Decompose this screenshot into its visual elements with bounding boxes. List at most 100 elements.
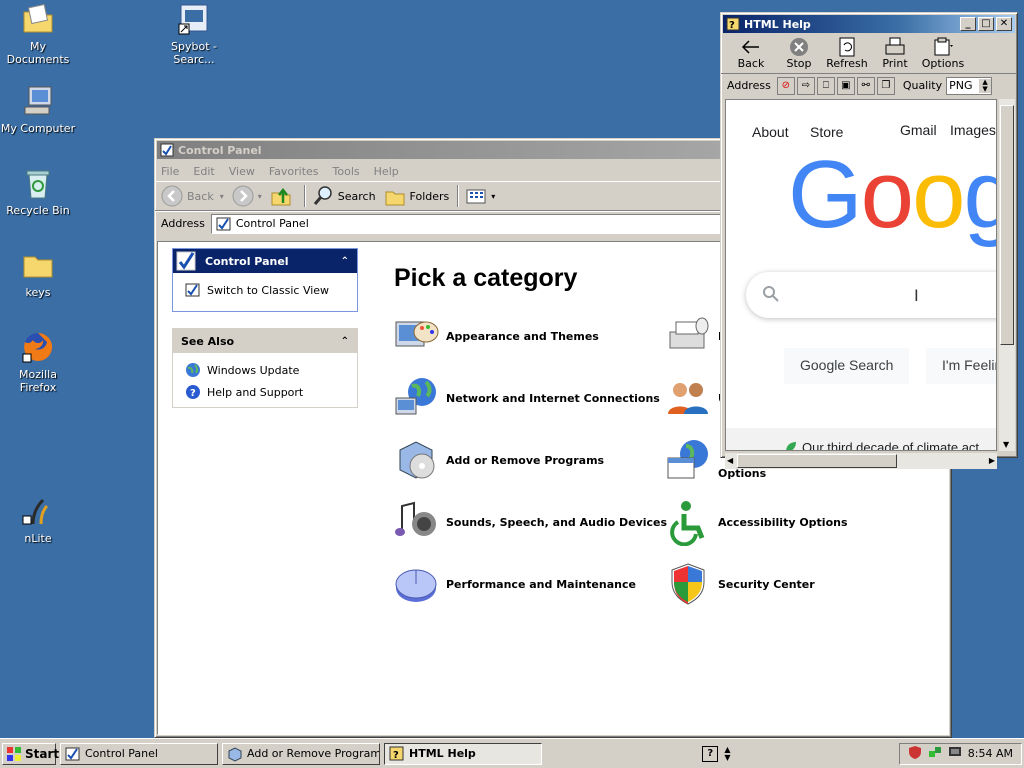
menu-file[interactable]: File xyxy=(161,165,179,178)
google-gmail-link[interactable]: Gmail xyxy=(900,122,937,138)
no-pencil-icon[interactable]: ⊘ xyxy=(776,76,795,95)
google-doodle-text[interactable]: Our third decade of climate act xyxy=(802,440,979,450)
category-performance-and-maintenance[interactable]: Performance and Maintenance xyxy=(392,560,636,608)
programs-box-icon xyxy=(227,746,243,762)
control-panel-small-icon xyxy=(65,746,81,762)
category-network-and-internet[interactable]: Network and Internet Connections xyxy=(392,374,660,422)
collapse-chevron-icon[interactable]: ⌃ xyxy=(341,256,349,267)
shield-icon[interactable] xyxy=(908,745,922,762)
html-help-titlebar[interactable]: ? HTML Help _ □ ✕ xyxy=(723,15,1015,33)
menu-view[interactable]: View xyxy=(229,165,255,178)
monitor-icon[interactable] xyxy=(948,745,962,762)
window-title: HTML Help xyxy=(744,17,811,31)
google-store-link[interactable]: Store xyxy=(810,124,843,140)
find-binoculars-icon[interactable]: ⚯ xyxy=(856,76,875,95)
pane-header[interactable]: Control Panel ⌃ xyxy=(173,249,357,273)
desktop-icon-label: My Computer xyxy=(0,122,76,135)
go-arrow-icon[interactable]: ⇨ xyxy=(796,76,815,95)
category-printers-and-hardware[interactable]: P xyxy=(664,312,726,360)
save-icon[interactable]: ▣ xyxy=(836,76,855,95)
options-icon xyxy=(932,37,954,57)
menu-tools[interactable]: Tools xyxy=(333,165,360,178)
category-accessibility-options[interactable]: Accessibility Options xyxy=(664,498,848,547)
back-button[interactable]: Back ▾ xyxy=(161,185,224,207)
scroll-right-arrow-icon[interactable]: ▶ xyxy=(989,456,995,465)
help-tray-icon[interactable]: ? xyxy=(702,745,719,762)
pane-title: See Also xyxy=(181,334,235,348)
google-about-link[interactable]: About xyxy=(752,124,789,140)
taskbar-control-panel[interactable]: Control Panel xyxy=(60,742,218,765)
globe-icon xyxy=(185,362,201,378)
taskbar: Start Control Panel Add or Remove Progra… xyxy=(0,738,1024,768)
scroll-thumb[interactable] xyxy=(737,454,897,468)
desktop-icon-nlite[interactable]: nLite xyxy=(0,494,76,545)
category-appearance-and-themes[interactable]: Appearance and Themes xyxy=(392,312,599,360)
menu-edit[interactable]: Edit xyxy=(193,165,214,178)
google-search-input[interactable]: I xyxy=(746,272,996,318)
up-folder-button[interactable] xyxy=(270,185,296,207)
stop-icon xyxy=(788,37,810,57)
help-back-button[interactable]: Back xyxy=(727,37,775,70)
collapse-chevron-icon[interactable]: ⌃ xyxy=(341,336,349,347)
desktop-icon-my-computer[interactable]: My Computer xyxy=(0,84,76,135)
svg-text:?: ? xyxy=(393,750,399,761)
spinner-arrows-icon: ▲ ▼ xyxy=(979,78,992,93)
desktop-icon-label: My Documents xyxy=(6,40,70,66)
start-button[interactable]: Start xyxy=(2,742,59,765)
views-button[interactable]: ▾ xyxy=(465,185,495,207)
address-value: Control Panel xyxy=(235,217,309,230)
desktop-icon-spybot[interactable]: Spybot - Searc... xyxy=(156,2,232,66)
close-button[interactable]: ✕ xyxy=(996,17,1012,31)
desktop-icon-my-documents[interactable]: My Documents xyxy=(0,2,76,66)
leaf-icon xyxy=(784,440,798,450)
feeling-lucky-button[interactable]: I'm Feelin xyxy=(926,348,996,384)
forward-button[interactable]: ▾ xyxy=(232,185,262,207)
help-options-button[interactable]: Options xyxy=(919,37,967,70)
search-icon xyxy=(312,185,334,207)
html-help-window[interactable]: ? HTML Help _ □ ✕ Back Stop Refresh Prin… xyxy=(720,12,1018,469)
network-icon[interactable] xyxy=(928,745,942,762)
network-globe-icon xyxy=(392,374,440,422)
menu-favorites[interactable]: Favorites xyxy=(269,165,319,178)
menu-help[interactable]: Help xyxy=(374,165,399,178)
window-title: Control Panel xyxy=(178,143,262,157)
category-sounds-speech-audio[interactable]: Sounds, Speech, and Audio Devices xyxy=(392,498,667,546)
security-shield-icon xyxy=(664,560,712,608)
copy-icon[interactable]: ❐ xyxy=(876,76,895,95)
taskbar-html-help[interactable]: ? HTML Help xyxy=(384,742,542,765)
pane-header[interactable]: See Also ⌃ xyxy=(173,329,357,353)
scroll-left-arrow-icon[interactable]: ◀ xyxy=(727,456,733,465)
help-refresh-button[interactable]: Refresh xyxy=(823,37,871,70)
help-print-button[interactable]: Print xyxy=(871,37,919,70)
folders-button[interactable]: Folders xyxy=(384,185,449,207)
quality-select[interactable]: PNG ▲ ▼ xyxy=(946,76,993,95)
desktop-icon-keys[interactable]: keys xyxy=(0,248,76,299)
google-search-button[interactable]: Google Search xyxy=(784,348,910,384)
maximize-button[interactable]: □ xyxy=(978,17,994,31)
scroll-thumb[interactable] xyxy=(1000,105,1014,345)
google-images-link[interactable]: Images xyxy=(950,122,996,138)
up-folder-icon xyxy=(270,185,292,207)
see-also-pane: See Also ⌃ Windows Update ? Help and Sup… xyxy=(172,328,358,408)
scroll-down-arrow-icon[interactable]: ▼ xyxy=(1003,440,1009,449)
category-security-center[interactable]: Security Center xyxy=(664,560,815,608)
switch-to-classic-view-link[interactable]: Switch to Classic View xyxy=(173,279,357,301)
scroll-arrows-icon[interactable]: ▲ ▼ xyxy=(724,745,730,762)
desktop-icon-recycle-bin[interactable]: Recycle Bin xyxy=(0,166,76,217)
firefox-icon xyxy=(21,330,55,364)
help-and-support-link[interactable]: ? Help and Support xyxy=(173,381,357,403)
search-button[interactable]: Search xyxy=(312,185,376,207)
category-user-accounts[interactable]: U xyxy=(664,374,727,422)
taskbar-add-remove-programs[interactable]: Add or Remove Programs xyxy=(222,742,380,765)
windows-update-link[interactable]: Windows Update xyxy=(173,359,357,381)
vertical-scrollbar[interactable]: ▼ xyxy=(999,99,1015,451)
desktop-icon-firefox[interactable]: Mozilla Firefox xyxy=(0,330,76,394)
back-arrow-icon xyxy=(161,185,183,207)
category-add-or-remove-programs[interactable]: Add or Remove Programs xyxy=(392,436,604,484)
minimize-button[interactable]: _ xyxy=(960,17,976,31)
help-stop-button[interactable]: Stop xyxy=(775,37,823,70)
spybot-icon xyxy=(177,2,211,36)
horizontal-scrollbar[interactable]: ◀ ▶ xyxy=(725,453,997,469)
bookmark-icon[interactable]: ⎕ xyxy=(816,76,835,95)
pane-title: Control Panel xyxy=(205,254,289,268)
